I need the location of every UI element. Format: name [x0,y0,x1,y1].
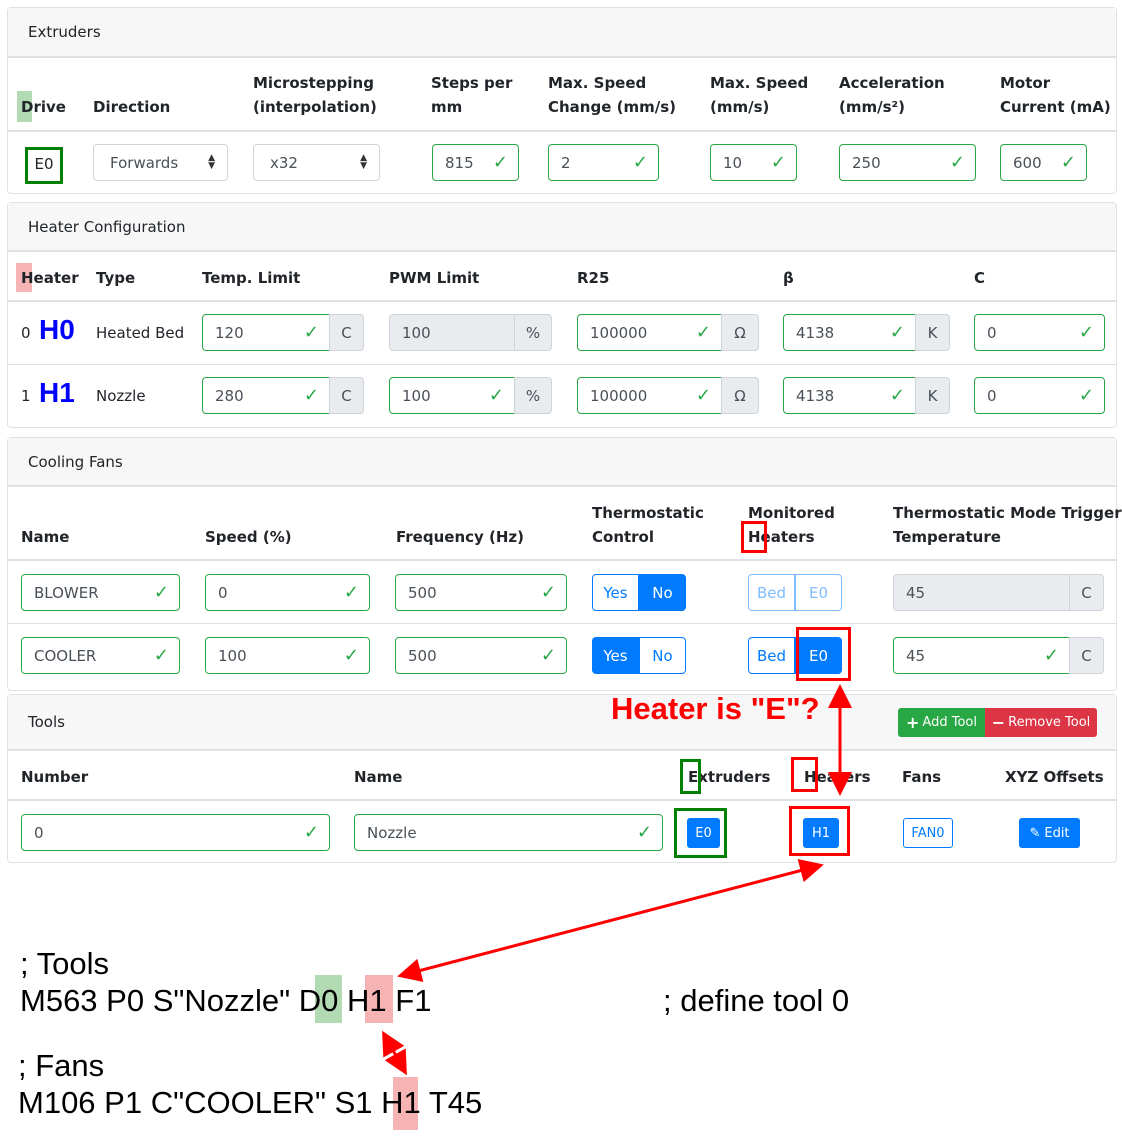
arrow-h1-to-code [397,858,824,983]
arrow-code-h1-to-fan-h1 [382,1030,407,1076]
annotation-arrows [382,684,852,1076]
